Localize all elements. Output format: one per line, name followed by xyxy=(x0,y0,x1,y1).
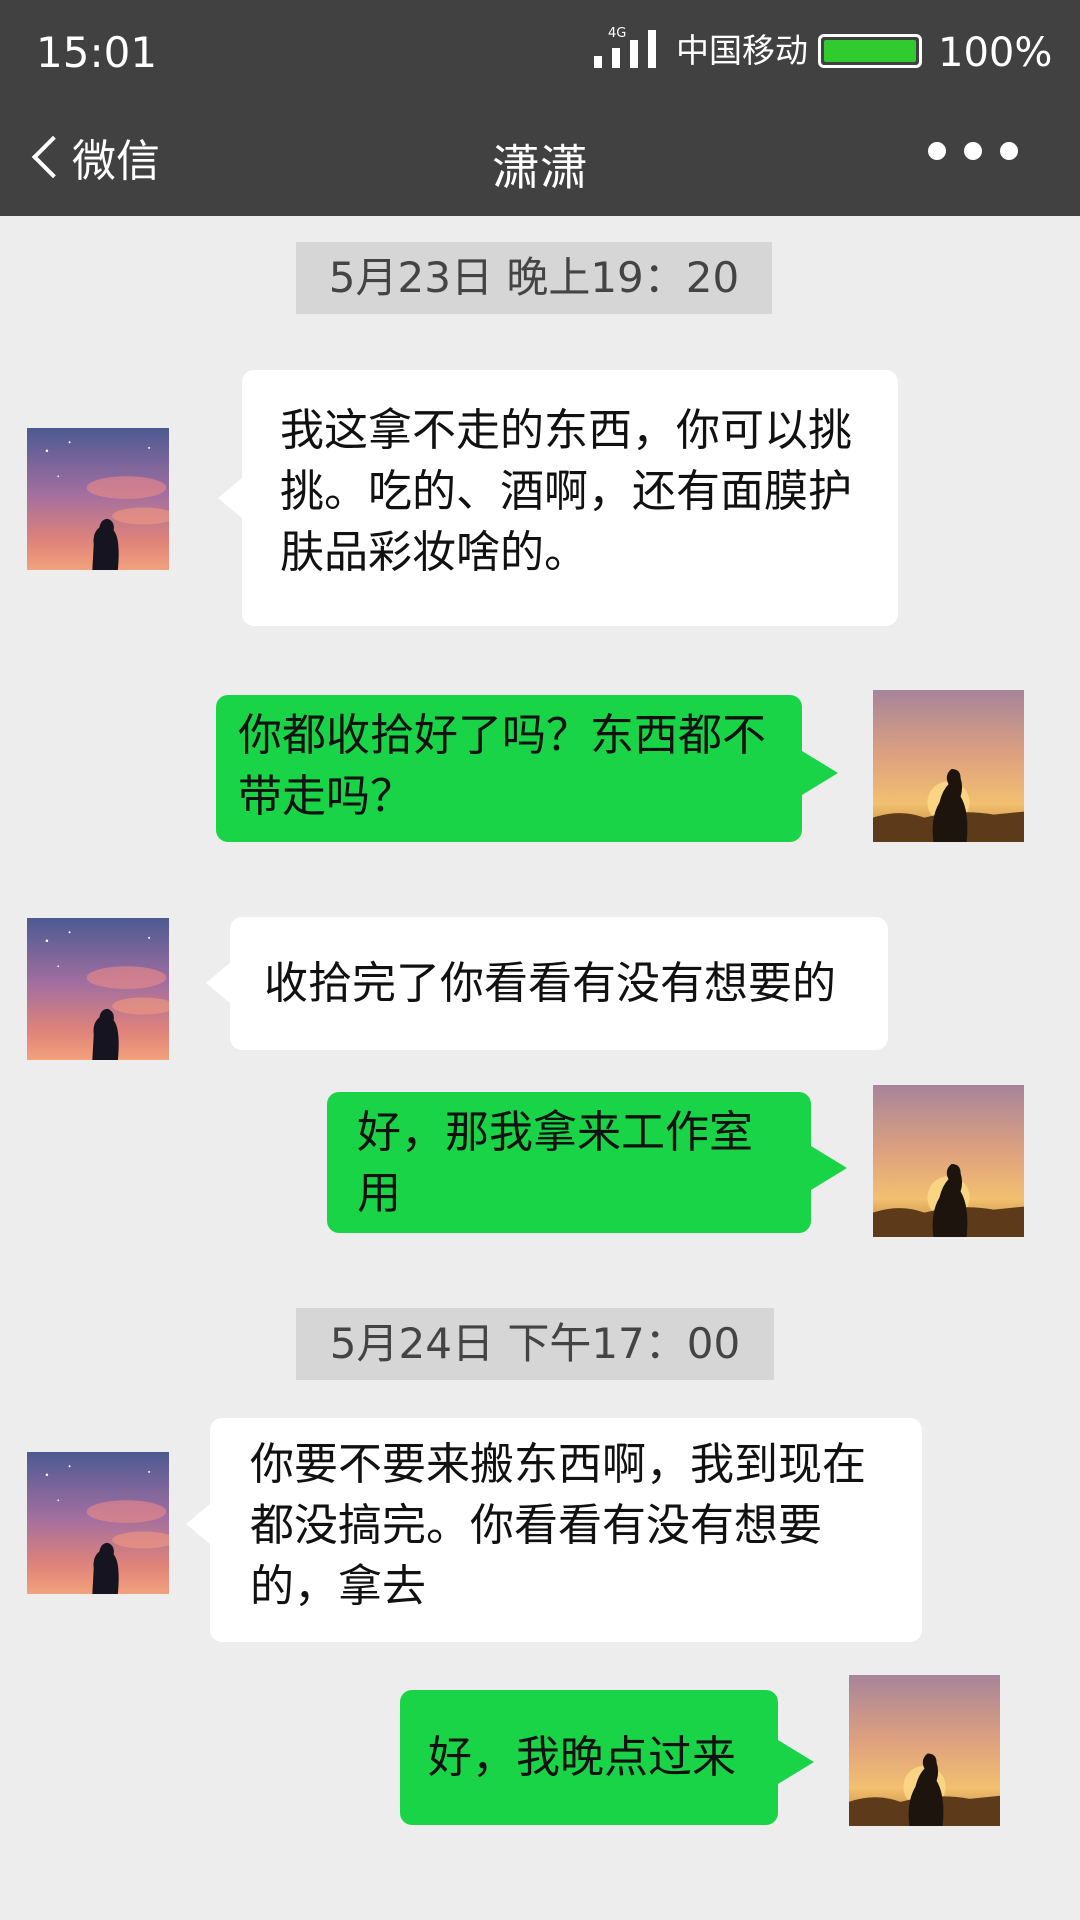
signal-strength-icon: 4G xyxy=(594,26,670,68)
outgoing-message-bubble[interactable]: 好，那我拿来工作室用 xyxy=(327,1092,811,1233)
my-avatar[interactable] xyxy=(873,1085,1024,1237)
contact-avatar[interactable] xyxy=(27,918,169,1060)
carrier-name: 中国移动 xyxy=(676,31,808,70)
message-text: 好，那我拿来工作室用 xyxy=(357,1107,753,1219)
battery-icon xyxy=(818,34,922,68)
chat-nav-bar: 微信 潇潇 xyxy=(0,100,1080,216)
incoming-message-bubble[interactable]: 你要不要来搬东西啊，我到现在都没搞完。你看看有没有想要的，拿去 xyxy=(210,1418,922,1642)
outgoing-message-bubble[interactable]: 好，我晚点过来 xyxy=(400,1690,778,1825)
battery-level-fill xyxy=(824,40,916,62)
network-type: 4G xyxy=(608,26,627,41)
incoming-message-bubble[interactable]: 我这拿不走的东西，你可以挑挑。吃的、酒啊，还有面膜护肤品彩妆啥的。 xyxy=(242,370,898,626)
status-bar: 15:01 4G 中国移动 100% xyxy=(0,0,1080,100)
timestamp: 5月24日 下午17：00 xyxy=(296,1308,774,1380)
message-text: 我这拿不走的东西，你可以挑挑。吃的、酒啊，还有面膜护肤品彩妆啥的。 xyxy=(280,405,852,578)
status-time: 15:01 xyxy=(36,28,158,77)
contact-avatar[interactable] xyxy=(27,428,169,570)
contact-avatar[interactable] xyxy=(27,1452,169,1594)
my-avatar[interactable] xyxy=(873,690,1024,842)
incoming-message-bubble[interactable]: 收拾完了你看看有没有想要的 xyxy=(230,917,888,1050)
message-text: 你要不要来搬东西啊，我到现在都没搞完。你看看有没有想要的，拿去 xyxy=(250,1439,866,1612)
message-text: 你都收拾好了吗？东西都不带走吗？ xyxy=(238,710,766,822)
message-text: 收拾完了你看看有没有想要的 xyxy=(264,958,836,1009)
message-text: 好，我晚点过来 xyxy=(428,1732,736,1783)
outgoing-message-bubble[interactable]: 你都收拾好了吗？东西都不带走吗？ xyxy=(216,695,802,842)
timestamp: 5月23日 晚上19：20 xyxy=(296,242,772,314)
chat-title: 潇潇 xyxy=(491,140,588,196)
my-avatar[interactable] xyxy=(849,1675,1000,1826)
more-dots-icon[interactable] xyxy=(928,142,1018,160)
battery-percentage: 100% xyxy=(938,30,1053,76)
